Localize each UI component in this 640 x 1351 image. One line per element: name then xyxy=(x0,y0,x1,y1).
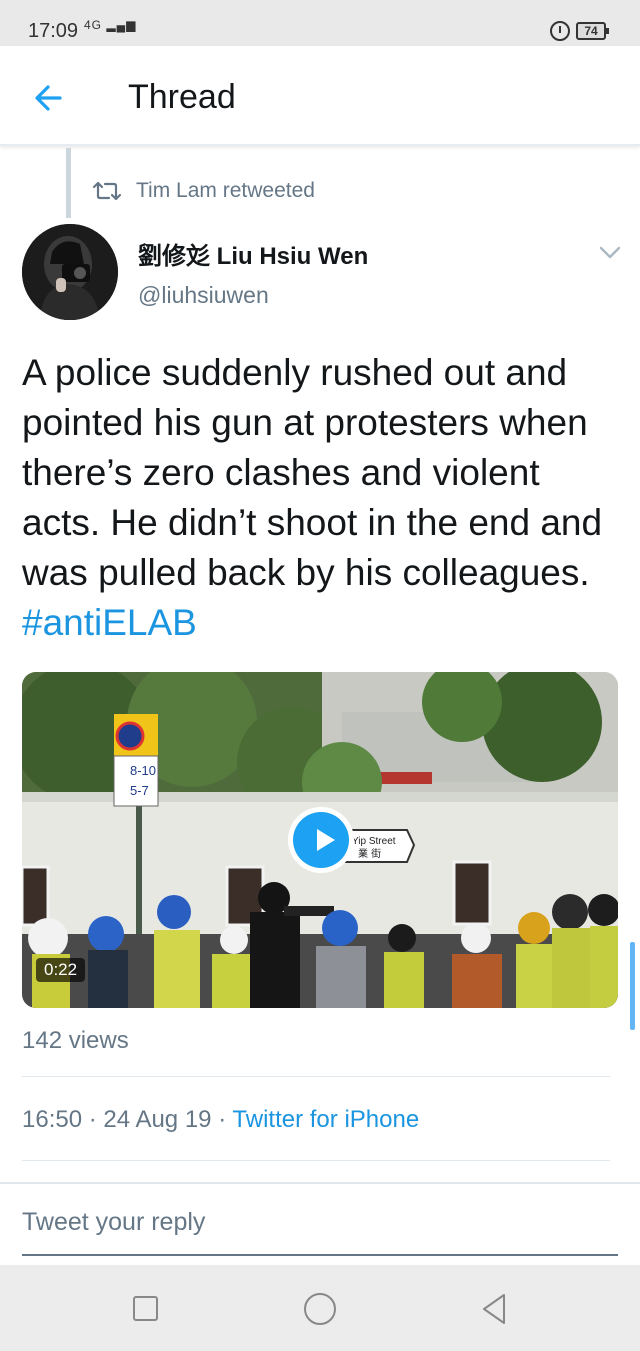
battery-icon: 74 xyxy=(576,22,609,40)
tweet-text: A police suddenly rushed out and pointed… xyxy=(22,348,622,648)
network-type: 4G xyxy=(84,18,103,32)
meta-separator: · xyxy=(88,1106,97,1133)
tweet-meta: 16:50 · 24 Aug 19 · Twitter for iPhone xyxy=(22,1106,419,1134)
status-time: 17:09 xyxy=(28,20,79,42)
play-button[interactable] xyxy=(288,807,354,873)
status-bar: 17:09 4G ▂▄▆ 74 xyxy=(0,0,640,46)
thread-connector-line xyxy=(66,148,71,218)
author-handle[interactable]: @liuhsiuwen xyxy=(138,282,269,309)
avatar-photo xyxy=(22,224,118,320)
sign-top-text: 8-10 xyxy=(130,763,156,778)
retweeted-by-label: Tim Lam retweeted xyxy=(136,179,315,202)
app-header: Thread xyxy=(0,46,640,146)
signal-icon: 4G ▂▄▆ xyxy=(84,18,137,32)
video-duration: 0:22 xyxy=(36,958,86,982)
tweet-client-link[interactable]: Twitter for iPhone xyxy=(232,1106,419,1133)
home-button[interactable] xyxy=(304,1293,336,1325)
divider xyxy=(0,1182,640,1184)
play-icon xyxy=(293,812,349,868)
triangle-back-icon xyxy=(483,1294,505,1324)
tweet-menu-button[interactable] xyxy=(596,240,624,264)
battery-level: 74 xyxy=(584,24,598,38)
reply-input-underline xyxy=(22,1254,618,1256)
street-sign-text: Yip Street xyxy=(352,836,396,847)
video-player[interactable]: 8-10 5-7 Yip Street 業 街 0:22 xyxy=(22,672,618,1008)
tweet-body: A police suddenly rushed out and pointed… xyxy=(22,352,603,593)
divider xyxy=(22,1160,610,1161)
alarm-icon xyxy=(550,21,570,41)
divider xyxy=(22,1076,610,1077)
system-nav-bar xyxy=(0,1265,640,1351)
reply-input[interactable]: Tweet your reply xyxy=(22,1208,618,1237)
author-name[interactable]: 劉修彣 Liu Hsiu Wen xyxy=(138,236,368,271)
view-count[interactable]: 142 views xyxy=(22,1027,129,1055)
arrow-left-icon xyxy=(35,85,62,111)
hashtag-link[interactable]: #antiELAB xyxy=(22,602,197,643)
system-back-button[interactable] xyxy=(478,1292,510,1326)
retweet-context[interactable]: Tim Lam retweeted xyxy=(92,176,315,206)
sign-bottom-text: 5-7 xyxy=(130,783,149,798)
back-button[interactable] xyxy=(30,78,70,118)
avatar[interactable] xyxy=(22,224,118,320)
chevron-down-icon xyxy=(599,246,621,259)
tweet-time: 16:50 xyxy=(22,1106,83,1133)
street-sign-text-cn: 業 街 xyxy=(358,847,381,860)
tweet-date: 24 Aug 19 xyxy=(103,1106,212,1133)
meta-separator: · xyxy=(218,1106,227,1133)
scrollbar[interactable] xyxy=(630,942,635,1030)
retweet-icon xyxy=(92,181,122,201)
recent-apps-button[interactable] xyxy=(133,1296,158,1321)
page-title: Thread xyxy=(128,78,236,116)
